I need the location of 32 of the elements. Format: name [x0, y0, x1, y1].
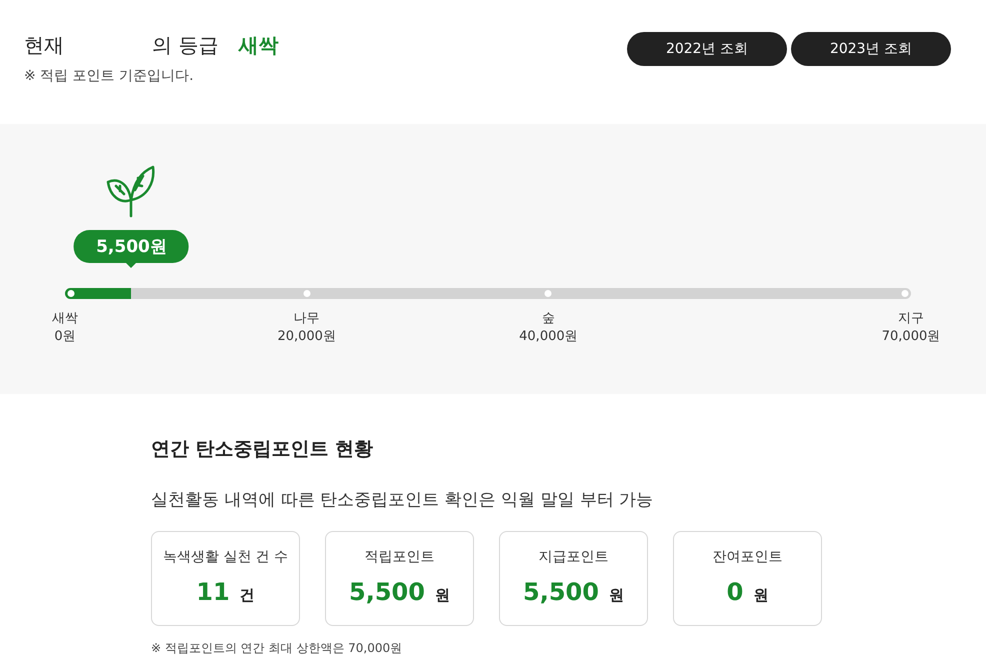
grade-prefix: 현재 [24, 32, 64, 59]
bubble-pointer-icon [125, 262, 138, 268]
stat-unit: 건 [240, 586, 255, 605]
milestone-name: 지구 [897, 310, 925, 328]
points-bubble: 5,500원 [74, 230, 189, 263]
milestone-name: 새싹 [52, 310, 78, 328]
stat-value: 5,500 [349, 578, 425, 606]
footnote: ※ 적립포인트의 연간 최대 상한액은 70,000원 [151, 640, 404, 657]
year-button[interactable]: 2023년 조회 [791, 32, 951, 66]
milestone-value: 70,000원 [882, 328, 940, 346]
milestone-value: 20,000원 [277, 328, 336, 346]
milestone-name: 숲 [540, 310, 556, 328]
stat-value: 11 [196, 578, 230, 606]
milestone-name: 나무 [292, 310, 321, 328]
grade-label: 의 등급 [152, 32, 218, 59]
section-title: 연간 탄소중립포인트 현황 [151, 437, 374, 462]
stat-value: 0 [726, 578, 744, 606]
stat-label: 적립포인트 [364, 548, 434, 566]
stat-label: 지급포인트 [538, 548, 608, 566]
stat-label: 녹색생활 실천 건 수 [162, 548, 288, 566]
milestone-value: 40,000원 [519, 328, 578, 346]
stat-value: 5,500 [523, 578, 599, 606]
year-button[interactable]: 2022년 조회 [627, 32, 787, 66]
stat-unit: 원 [608, 586, 624, 605]
stat-label: 잔여포인트 [712, 548, 782, 566]
leaf-icon [106, 164, 156, 218]
grade-note: ※ 적립 포인트 기준입니다. [24, 67, 195, 85]
stat-unit: 원 [434, 586, 450, 605]
grade-value: 새싹 [238, 32, 278, 59]
stat-unit: 원 [753, 586, 768, 605]
milestone-value: 0원 [53, 328, 77, 346]
section-subtitle: 실천활동 내역에 따른 탄소중립포인트 확인은 익월 말일 부터 가능 [151, 489, 654, 511]
